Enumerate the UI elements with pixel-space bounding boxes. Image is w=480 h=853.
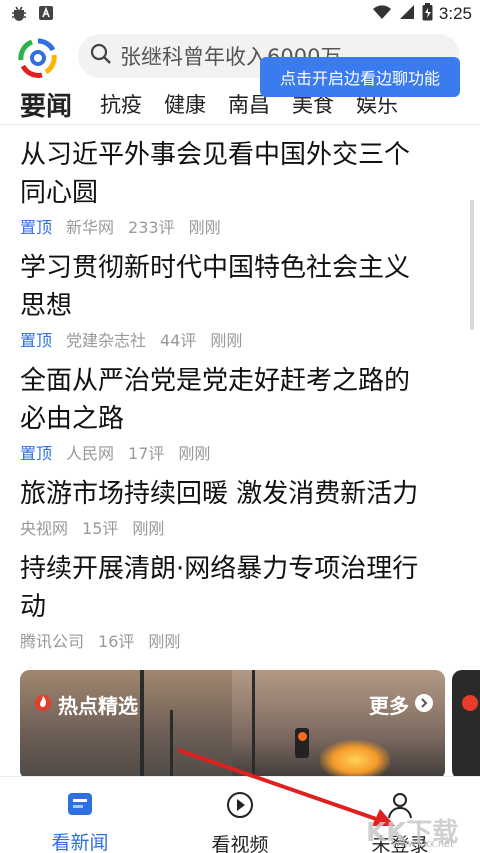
news-comments: 233评 [128, 218, 175, 237]
news-source: 新华网 [66, 218, 115, 237]
news-time: 刚刚 [188, 218, 221, 237]
news-time: 刚刚 [178, 444, 211, 463]
nav-video-label: 看视频 [211, 834, 269, 853]
pinned-badge: 置顶 [20, 444, 53, 463]
news-time: 刚刚 [148, 632, 181, 651]
image-pole [252, 670, 255, 780]
hot-picks-card[interactable]: 热点精选 更多 [20, 670, 445, 780]
next-card-peek[interactable] [452, 670, 480, 780]
signal-icon [398, 3, 416, 25]
flame-icon [34, 692, 52, 717]
search-icon [90, 43, 112, 69]
tabs-divider [0, 124, 480, 125]
news-time: 刚刚 [210, 331, 243, 350]
wifi-icon [372, 3, 392, 25]
news-title: 学习贯彻新时代中国特色社会主义 思想 [20, 253, 411, 321]
flame-icon [462, 695, 478, 711]
nav-video[interactable]: 看视频 [160, 777, 320, 853]
news-icon [65, 791, 95, 822]
chat-feature-tooltip[interactable]: 点击开启边看边聊功能 [260, 57, 460, 97]
nav-news[interactable]: 看新闻 [0, 777, 160, 853]
watermark-url: www.kkx.net [392, 838, 454, 850]
tab-headlines[interactable]: 要闻 [20, 86, 72, 123]
battery-icon [422, 3, 433, 25]
news-meta: 置顶 人民网 17评 刚刚 [20, 440, 460, 464]
news-item[interactable]: 学习贯彻新时代中国特色社会主义 思想 置顶 党建杂志社 44评 刚刚 [20, 249, 460, 351]
news-comments: 44评 [160, 331, 197, 350]
news-item[interactable]: 从习近平外事会见看中国外交三个 同心圆 置顶 新华网 233评 刚刚 [20, 136, 460, 238]
news-title: 全面从严治党是党走好赶考之路的 必由之路 [20, 366, 411, 434]
tab-health[interactable]: 健康 [164, 89, 206, 119]
chevron-right-icon [415, 693, 433, 717]
bug-icon [10, 4, 28, 26]
news-item[interactable]: 全面从严治党是党走好赶考之路的 必由之路 置顶 人民网 17评 刚刚 [20, 362, 460, 464]
more-button[interactable]: 更多 [369, 690, 433, 719]
status-time: 3:25 [438, 4, 472, 23]
news-source: 人民网 [66, 444, 115, 463]
news-meta: 置顶 党建杂志社 44评 刚刚 [20, 327, 460, 351]
nav-news-label: 看新闻 [51, 832, 109, 853]
hot-picks-title: 热点精选 [58, 694, 138, 718]
news-comments: 16评 [98, 632, 135, 651]
app-logo-icon[interactable] [18, 38, 58, 78]
image-pole [170, 710, 173, 780]
tab-epidemic[interactable]: 抗疫 [100, 89, 142, 119]
traffic-light [295, 728, 309, 758]
news-title: 持续开展清朗·网络暴力专项治理行动 [20, 554, 419, 622]
news-meta: 央视网 15评 刚刚 [20, 515, 460, 539]
image-pole [140, 670, 144, 780]
news-item[interactable]: 持续开展清朗·网络暴力专项治理行动 腾讯公司 16评 刚刚 [20, 550, 460, 652]
news-time: 刚刚 [132, 519, 165, 538]
a-notification-icon [38, 5, 54, 25]
feed-scrollbar[interactable] [470, 200, 474, 330]
status-bar: 3:25 [0, 0, 480, 28]
news-meta: 置顶 新华网 233评 刚刚 [20, 214, 460, 238]
news-item[interactable]: 旅游市场持续回暖 激发消费新活力 央视网 15评 刚刚 [20, 475, 460, 539]
news-source: 党建杂志社 [66, 331, 147, 350]
news-comments: 15评 [82, 519, 119, 538]
pinned-badge: 置顶 [20, 218, 53, 237]
news-meta: 腾讯公司 16评 刚刚 [20, 628, 460, 652]
news-source: 央视网 [20, 519, 69, 538]
news-comments: 17评 [128, 444, 165, 463]
pinned-badge: 置顶 [20, 331, 53, 350]
news-source: 腾讯公司 [20, 632, 85, 651]
hot-picks-image-left [20, 670, 232, 780]
news-title: 旅游市场持续回暖 激发消费新活力 [20, 479, 419, 509]
play-icon [226, 791, 254, 824]
hot-picks-label: 热点精选 [34, 690, 138, 719]
news-title: 从习近平外事会见看中国外交三个 同心圆 [20, 140, 411, 208]
fire-glow [320, 740, 390, 780]
more-label: 更多 [369, 694, 409, 718]
